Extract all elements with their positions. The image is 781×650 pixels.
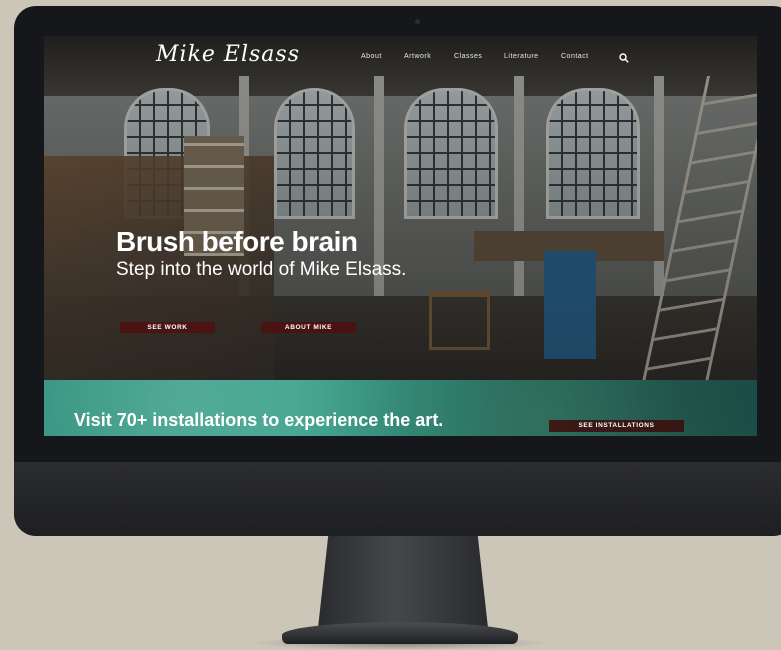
- about-mike-button[interactable]: ABOUT MIKE: [261, 322, 356, 333]
- see-installations-button[interactable]: SEE INSTALLATIONS: [549, 420, 684, 432]
- site-logo[interactable]: Mike Elsass: [156, 42, 300, 67]
- monitor-base: [282, 622, 518, 644]
- see-work-button[interactable]: SEE WORK: [120, 322, 215, 333]
- website-screen: Mike Elsass About Artwork Classes Litera…: [44, 36, 757, 436]
- installations-banner-text: Visit 70+ installations to experience th…: [74, 410, 444, 430]
- hero-title: Brush before brain: [116, 226, 358, 257]
- monitor-stand: [318, 536, 488, 628]
- search-icon[interactable]: [619, 53, 629, 63]
- hero-subtitle: Step into the world of Mike Elsass.: [116, 259, 407, 280]
- installations-banner: Visit 70+ installations to experience th…: [44, 380, 757, 436]
- nav-link-classes[interactable]: Classes: [454, 53, 482, 60]
- top-navigation: Mike Elsass About Artwork Classes Litera…: [44, 36, 757, 82]
- nav-link-contact[interactable]: Contact: [561, 53, 589, 60]
- nav-link-literature[interactable]: Literature: [504, 53, 539, 60]
- camera-dot: [415, 19, 420, 24]
- nav-link-artwork[interactable]: Artwork: [404, 53, 431, 60]
- monitor-chin: [14, 462, 781, 536]
- nav-link-about[interactable]: About: [361, 53, 382, 60]
